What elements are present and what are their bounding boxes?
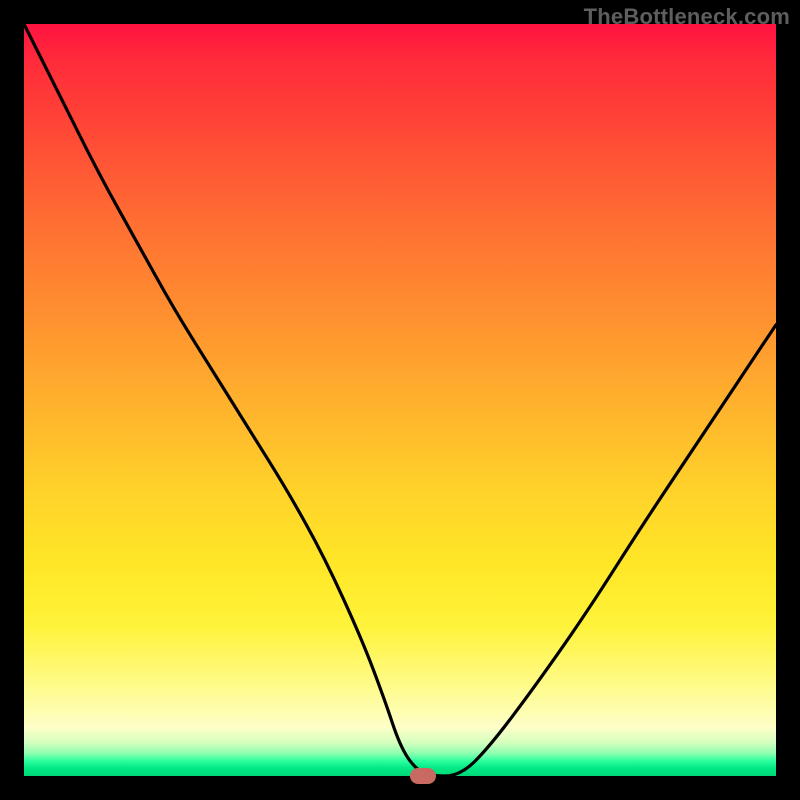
optimal-point-marker [410,768,436,784]
curve-path [24,24,776,776]
watermark-text: TheBottleneck.com [584,4,790,30]
plot-area [24,24,776,776]
chart-frame: TheBottleneck.com [0,0,800,800]
bottleneck-curve [24,24,776,776]
